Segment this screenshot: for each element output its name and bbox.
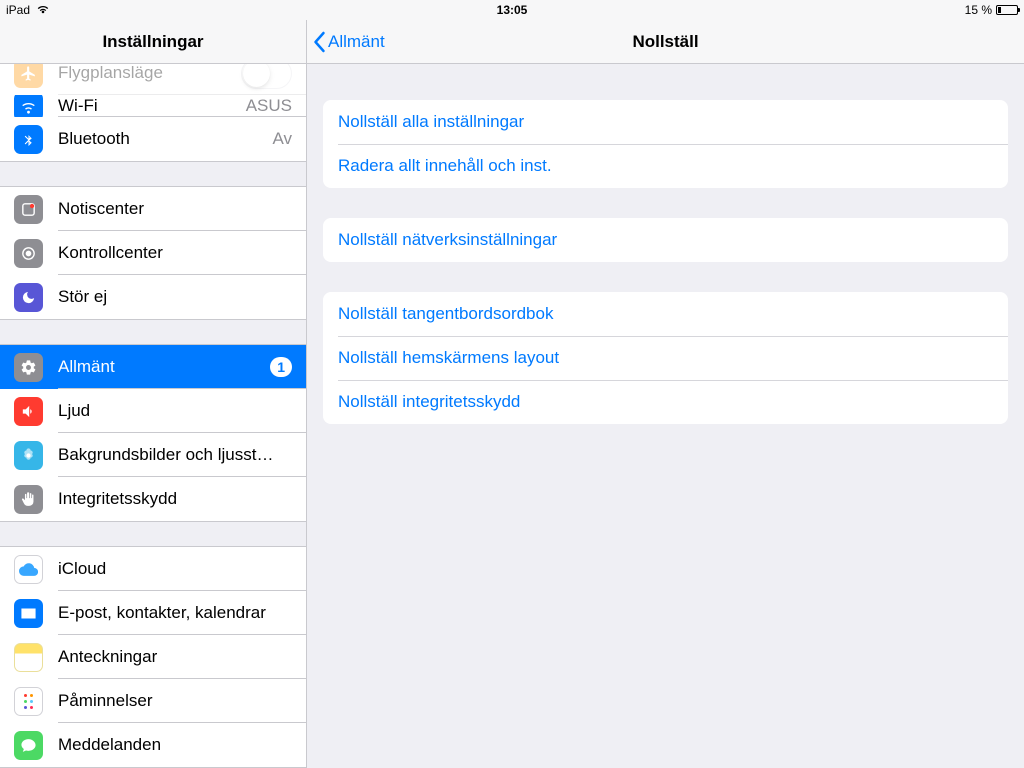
notifications-icon (14, 195, 43, 224)
sidebar-item-label: Bakgrundsbilder och ljusst… (58, 445, 306, 465)
airplane-icon (14, 64, 43, 88)
speaker-icon (14, 397, 43, 426)
sidebar-item-bluetooth[interactable]: Bluetooth Av (0, 117, 306, 161)
chevron-left-icon (313, 31, 326, 53)
general-badge: 1 (270, 357, 292, 377)
sidebar-item-label: Notiscenter (58, 199, 306, 219)
reset-network[interactable]: Nollställ nätverksinställningar (323, 218, 1008, 262)
clock: 13:05 (497, 3, 528, 17)
hand-icon (14, 485, 43, 514)
battery-icon (996, 5, 1018, 15)
sidebar-item-notes[interactable]: Anteckningar (0, 635, 306, 679)
sidebar-item-general[interactable]: Allmänt 1 (0, 345, 306, 389)
sidebar-item-label: Bluetooth (58, 129, 272, 149)
sidebar-item-label: Integritetsskydd (58, 489, 306, 509)
sidebar-item-label: Kontrollcenter (58, 243, 306, 263)
sidebar-item-label: Wi-Fi (58, 96, 246, 116)
sidebar-group-icloud: iCloud E-post, kontakter, kalendrar Ante… (0, 546, 306, 768)
settings-sidebar: Inställningar Flygplansläge Wi-Fi ASU (0, 20, 307, 768)
sidebar-item-label: Påminnelser (58, 691, 306, 711)
cell-label: Nollställ alla inställningar (338, 112, 524, 132)
cell-label: Nollställ nätverksinställningar (338, 230, 557, 250)
sidebar-title: Inställningar (102, 32, 203, 52)
detail-pane: Allmänt Nollställ Nollställ alla inställ… (307, 20, 1024, 768)
status-bar: iPad 13:05 15 % (0, 0, 1024, 20)
cell-label: Nollställ integritetsskydd (338, 392, 520, 412)
reset-keyboard-dict[interactable]: Nollställ tangentbordsordbok (323, 292, 1008, 336)
sidebar-item-sound[interactable]: Ljud (0, 389, 306, 433)
reset-group-2: Nollställ nätverksinställningar (323, 218, 1008, 262)
airplane-switch[interactable] (241, 64, 292, 89)
sidebar-item-privacy[interactable]: Integritetsskydd (0, 477, 306, 521)
sidebar-item-label: Anteckningar (58, 647, 306, 667)
cell-label: Nollställ hemskärmens layout (338, 348, 559, 368)
sidebar-item-label: Allmänt (58, 357, 270, 377)
sidebar-item-label: Ljud (58, 401, 306, 421)
sidebar-item-value: ASUS (246, 96, 292, 116)
reset-group-1: Nollställ alla inställningar Radera allt… (323, 100, 1008, 188)
moon-icon (14, 283, 43, 312)
controlcenter-icon (14, 239, 43, 268)
detail-title: Nollställ (632, 32, 698, 52)
detail-content[interactable]: Nollställ alla inställningar Radera allt… (307, 64, 1024, 768)
messages-icon (14, 731, 43, 760)
cloud-icon (14, 555, 43, 584)
sidebar-item-label: Flygplansläge (58, 64, 241, 83)
sidebar-item-mail[interactable]: E-post, kontakter, kalendrar (0, 591, 306, 635)
battery-percent: 15 % (965, 3, 992, 17)
sidebar-list[interactable]: Flygplansläge Wi-Fi ASUS Bluetooth Av (0, 64, 306, 768)
mail-icon (14, 599, 43, 628)
erase-all-content[interactable]: Radera allt innehåll och inst. (323, 144, 1008, 188)
sidebar-navbar: Inställningar (0, 20, 306, 64)
reset-group-3: Nollställ tangentbordsordbok Nollställ h… (323, 292, 1008, 424)
flower-icon (14, 441, 43, 470)
sidebar-item-reminders[interactable]: Påminnelser (0, 679, 306, 723)
sidebar-item-wallpaper[interactable]: Bakgrundsbilder och ljusst… (0, 433, 306, 477)
back-button[interactable]: Allmänt (313, 20, 385, 63)
reset-all-settings[interactable]: Nollställ alla inställningar (323, 100, 1008, 144)
sidebar-item-label: Stör ej (58, 287, 306, 307)
sidebar-item-dnd[interactable]: Stör ej (0, 275, 306, 319)
sidebar-group-noti: Notiscenter Kontrollcenter Stör ej (0, 186, 306, 320)
sidebar-item-wifi[interactable]: Wi-Fi ASUS (0, 95, 306, 117)
cell-label: Nollställ tangentbordsordbok (338, 304, 553, 324)
sidebar-item-airplane[interactable]: Flygplansläge (0, 64, 306, 95)
wifi-icon (36, 3, 50, 17)
sidebar-item-value: Av (272, 129, 292, 149)
sidebar-group-general: Allmänt 1 Ljud Bakgrundsbilder och ljuss… (0, 344, 306, 522)
back-label: Allmänt (328, 32, 385, 52)
sidebar-group-connectivity: Flygplansläge Wi-Fi ASUS Bluetooth Av (0, 64, 306, 162)
carrier-label: iPad (6, 3, 30, 17)
reset-home-layout[interactable]: Nollställ hemskärmens layout (323, 336, 1008, 380)
sidebar-item-controlcenter[interactable]: Kontrollcenter (0, 231, 306, 275)
status-right: 15 % (965, 3, 1018, 17)
cell-label: Radera allt innehåll och inst. (338, 156, 552, 176)
sidebar-item-icloud[interactable]: iCloud (0, 547, 306, 591)
detail-navbar: Allmänt Nollställ (307, 20, 1024, 64)
sidebar-item-label: Meddelanden (58, 735, 306, 755)
sidebar-item-messages[interactable]: Meddelanden (0, 723, 306, 767)
sidebar-item-notifications[interactable]: Notiscenter (0, 187, 306, 231)
sidebar-item-label: E-post, kontakter, kalendrar (58, 603, 306, 623)
bluetooth-icon (14, 125, 43, 154)
notes-icon (14, 643, 43, 672)
sidebar-item-label: iCloud (58, 559, 306, 579)
gear-icon (14, 353, 43, 382)
reminders-icon (14, 687, 43, 716)
wifi-settings-icon (14, 95, 43, 117)
reset-privacy[interactable]: Nollställ integritetsskydd (323, 380, 1008, 424)
status-left: iPad (6, 3, 50, 17)
